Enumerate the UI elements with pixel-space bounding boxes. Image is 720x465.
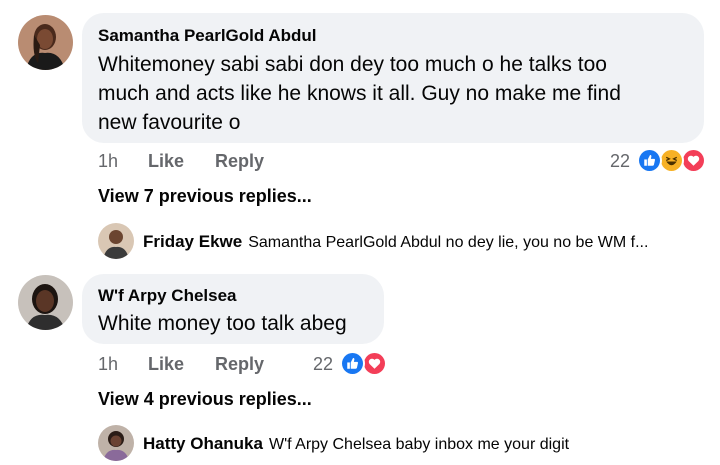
like-button[interactable]: Like [148,151,184,172]
reply-author[interactable]: Hatty Ohanuka [143,434,263,453]
comment-text-line: much and acts like he knows it all. Guy … [98,82,621,105]
like-icon [340,351,365,376]
love-icon [362,351,387,376]
view-previous-replies[interactable]: View 7 previous replies... [98,186,312,207]
latest-reply: Friday Ekwe Samantha PearlGold Abdul no d… [143,232,648,252]
avatar[interactable] [18,275,73,330]
love-icon [681,148,706,173]
comment-author[interactable]: W'f Arpy Chelsea [98,286,237,306]
reply-button[interactable]: Reply [215,354,264,375]
comment-text-line: Whitemoney sabi sabi don dey too much o … [98,53,607,76]
comment-text-line: new favourite o [98,111,241,134]
latest-reply: Hatty Ohanuka W'f Arpy Chelsea baby inbox… [143,434,569,454]
comment-text: White money too talk abeg [98,309,347,338]
reply-button[interactable]: Reply [215,151,264,172]
reaction-count[interactable]: 22 [610,151,630,172]
reply-text: W'f Arpy Chelsea baby inbox me your digi… [268,436,570,453]
comment-time[interactable]: 1h [98,354,118,375]
comment-text-line: White money too talk abeg [98,312,347,335]
like-icon [637,148,662,173]
avatar[interactable] [98,425,134,461]
avatar[interactable] [98,223,134,259]
reply-author[interactable]: Friday Ekwe [143,232,242,251]
view-previous-replies[interactable]: View 4 previous replies... [98,389,312,410]
comment-text: Whitemoney sabi sabi don dey too much o … [98,50,621,137]
reply-text: Samantha PearlGold Abdul no dey lie, you… [248,234,649,251]
comment-time[interactable]: 1h [98,151,118,172]
reaction-count[interactable]: 22 [313,354,333,375]
haha-icon [659,148,684,173]
like-button[interactable]: Like [148,354,184,375]
comment-author[interactable]: Samantha PearlGold Abdul [98,26,317,46]
avatar[interactable] [18,15,73,70]
